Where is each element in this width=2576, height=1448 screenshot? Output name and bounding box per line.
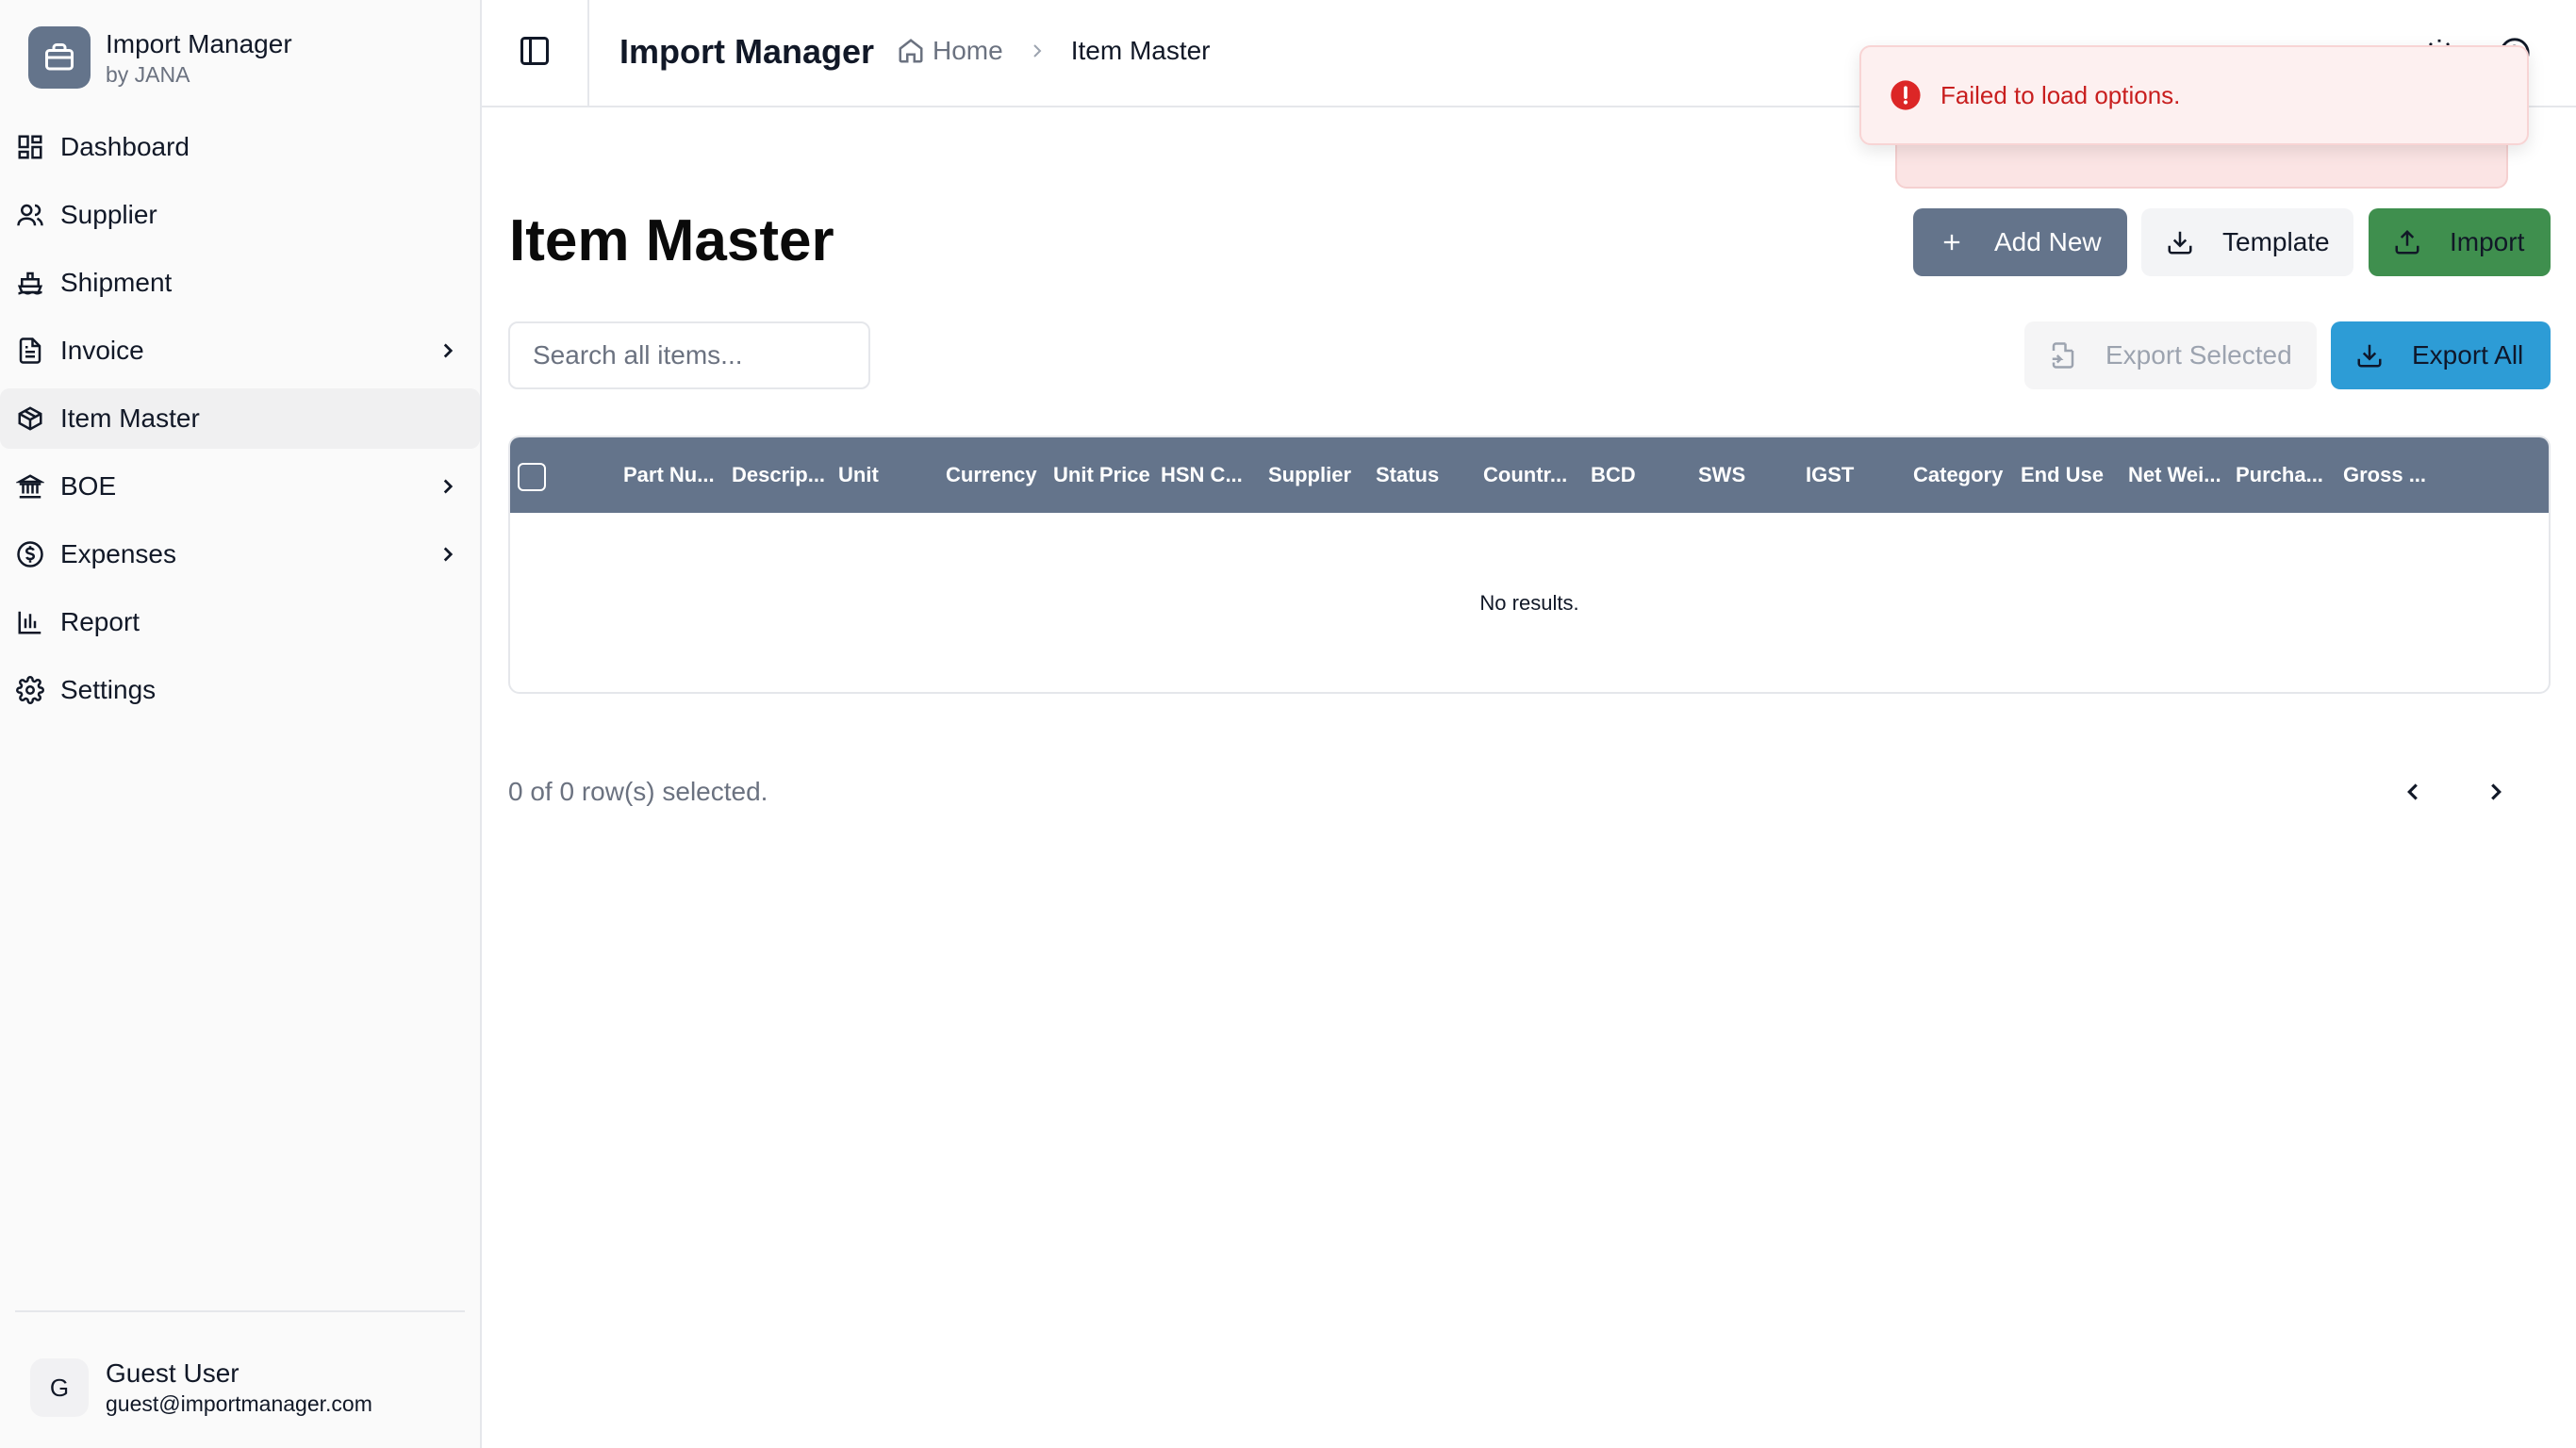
sidebar-item-dashboard[interactable]: Dashboard bbox=[0, 117, 480, 177]
sidebar-item-label: Item Master bbox=[60, 403, 200, 433]
sidebar-item-label: Expenses bbox=[60, 539, 176, 568]
sidebar-item-supplier[interactable]: Supplier bbox=[0, 185, 480, 245]
sidebar-item-invoice[interactable]: Invoice bbox=[0, 321, 480, 381]
sidebar-item-label: Settings bbox=[60, 675, 157, 704]
prev-page-button[interactable] bbox=[2392, 771, 2434, 813]
sidebar-item-boe[interactable]: BOE bbox=[0, 456, 480, 517]
sidebar-nav: Dashboard Supplier Shipment Invoice Item… bbox=[0, 117, 480, 728]
column-header[interactable]: Status bbox=[1376, 437, 1439, 513]
breadcrumb: Home Item Master bbox=[897, 36, 1211, 66]
sidebar-item-item-master[interactable]: Item Master bbox=[0, 388, 480, 449]
column-header[interactable]: IGST bbox=[1806, 437, 1854, 513]
user-email: guest@importmanager.com bbox=[106, 1391, 372, 1416]
upload-icon bbox=[2391, 226, 2423, 258]
column-header[interactable]: Gross ... bbox=[2343, 437, 2426, 513]
gear-icon bbox=[15, 675, 45, 705]
column-header[interactable]: BCD bbox=[1591, 437, 1636, 513]
sidebar-item-label: Report bbox=[60, 607, 140, 636]
sidebar-item-label: BOE bbox=[60, 471, 117, 501]
file-export-icon bbox=[2047, 339, 2079, 371]
table-header: Part Nu... Descrip... Unit Currency Unit… bbox=[510, 437, 2549, 513]
avatar: G bbox=[30, 1358, 89, 1417]
breadcrumb-home[interactable]: Home bbox=[897, 36, 1003, 66]
select-all-checkbox[interactable] bbox=[518, 463, 546, 491]
user-name: Guest User bbox=[106, 1358, 239, 1388]
sidebar-toggle-button[interactable] bbox=[482, 0, 589, 106]
briefcase-icon bbox=[28, 26, 91, 89]
dashboard-icon bbox=[15, 132, 45, 162]
next-page-button[interactable] bbox=[2475, 771, 2517, 813]
sidebar-item-expenses[interactable]: Expenses bbox=[0, 524, 480, 584]
landmark-icon bbox=[15, 471, 45, 502]
export-all-label: Export All bbox=[2412, 340, 2524, 370]
panel-left-icon bbox=[518, 34, 552, 73]
download-icon bbox=[2164, 226, 2196, 258]
chevron-right-icon bbox=[1026, 40, 1049, 62]
import-button[interactable]: Import bbox=[2369, 208, 2551, 276]
column-header[interactable]: Descrip... bbox=[732, 437, 825, 513]
ship-icon bbox=[15, 268, 45, 298]
home-icon bbox=[897, 37, 925, 65]
column-header[interactable]: SWS bbox=[1698, 437, 1745, 513]
chevron-right-icon[interactable] bbox=[433, 539, 463, 569]
column-header[interactable]: Unit bbox=[838, 437, 879, 513]
download-icon bbox=[2353, 339, 2386, 371]
column-header[interactable]: HSN C... bbox=[1161, 437, 1243, 513]
sidebar-item-shipment[interactable]: Shipment bbox=[0, 253, 480, 313]
brand[interactable]: Import Manager by JANA bbox=[28, 26, 292, 89]
sidebar: Import Manager by JANA Dashboard Supplie… bbox=[0, 0, 482, 1448]
chevron-left-icon bbox=[2399, 778, 2427, 806]
export-selected-button[interactable]: Export Selected bbox=[2024, 321, 2317, 389]
column-header[interactable]: Supplier bbox=[1268, 437, 1351, 513]
empty-state: No results. bbox=[1479, 591, 1579, 615]
export-selected-label: Export Selected bbox=[2105, 340, 2292, 370]
sidebar-item-label: Supplier bbox=[60, 200, 157, 229]
export-all-button[interactable]: Export All bbox=[2331, 321, 2551, 389]
toast-message: Failed to load options. bbox=[1940, 80, 2181, 109]
breadcrumb-home-label: Home bbox=[933, 36, 1003, 65]
dollar-circle-icon bbox=[15, 539, 45, 569]
items-table: Part Nu... Descrip... Unit Currency Unit… bbox=[508, 436, 2551, 694]
column-header[interactable]: Unit Price bbox=[1053, 437, 1150, 513]
column-header[interactable]: Category bbox=[1913, 437, 2003, 513]
sidebar-item-settings[interactable]: Settings bbox=[0, 660, 480, 720]
header-title: Import Manager bbox=[619, 32, 875, 71]
search-input[interactable] bbox=[508, 321, 870, 389]
column-header[interactable]: Net Wei... bbox=[2128, 437, 2221, 513]
user-menu[interactable]: G Guest User guest@importmanager.com bbox=[30, 1358, 372, 1418]
sidebar-item-report[interactable]: Report bbox=[0, 592, 480, 652]
template-button[interactable]: Template bbox=[2141, 208, 2353, 276]
page-title: Item Master bbox=[509, 208, 834, 273]
bar-chart-icon bbox=[15, 607, 45, 637]
add-new-label: Add New bbox=[1994, 227, 2102, 256]
app-subtitle: by JANA bbox=[106, 62, 190, 87]
chevron-right-icon[interactable] bbox=[433, 471, 463, 502]
template-label: Template bbox=[2222, 227, 2330, 256]
package-icon bbox=[15, 403, 45, 434]
sidebar-item-label: Dashboard bbox=[60, 132, 190, 161]
selection-count: 0 of 0 row(s) selected. bbox=[508, 777, 768, 806]
column-header[interactable]: End Use bbox=[2021, 437, 2104, 513]
column-header[interactable]: Currency bbox=[946, 437, 1037, 513]
plus-icon bbox=[1936, 226, 1968, 258]
alert-circle-icon bbox=[1890, 79, 1922, 111]
chevron-right-icon bbox=[2482, 778, 2510, 806]
file-text-icon bbox=[15, 336, 45, 366]
column-header[interactable]: Purcha... bbox=[2236, 437, 2323, 513]
error-toast[interactable]: Failed to load options. bbox=[1859, 45, 2529, 145]
column-header[interactable]: Countr... bbox=[1483, 437, 1567, 513]
breadcrumb-current: Item Master bbox=[1070, 36, 1211, 65]
import-label: Import bbox=[2450, 227, 2525, 256]
sidebar-item-label: Shipment bbox=[60, 268, 173, 297]
add-new-button[interactable]: Add New bbox=[1913, 208, 2127, 276]
chevron-right-icon[interactable] bbox=[433, 336, 463, 366]
sidebar-divider bbox=[15, 1310, 465, 1312]
column-header[interactable]: Part Nu... bbox=[623, 437, 715, 513]
users-icon bbox=[15, 200, 45, 230]
app-title: Import Manager bbox=[106, 29, 292, 58]
sidebar-item-label: Invoice bbox=[60, 336, 144, 365]
